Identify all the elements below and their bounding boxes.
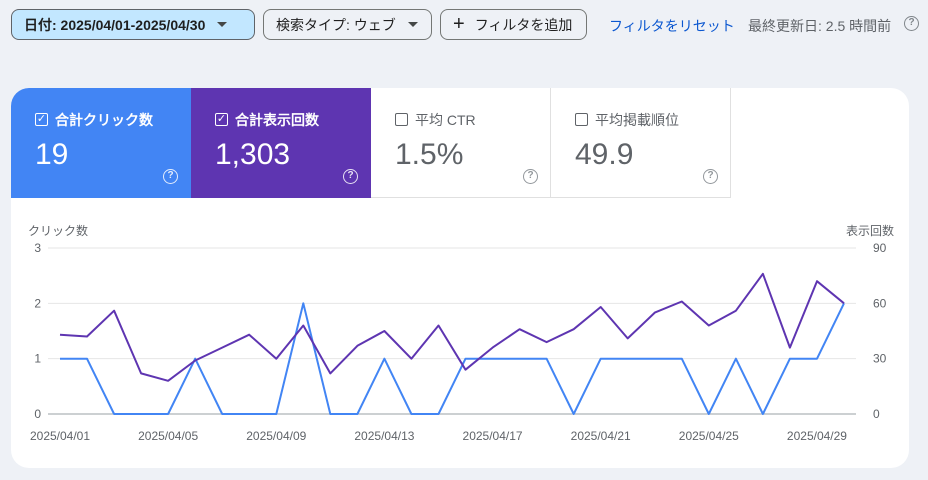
- help-icon[interactable]: ?: [904, 16, 919, 31]
- left-axis-title: クリック数: [28, 223, 88, 238]
- x-tick-label: 2025/04/21: [571, 429, 631, 443]
- right-tick-label: 30: [873, 352, 887, 366]
- x-tick-label: 2025/04/25: [679, 429, 739, 443]
- chevron-down-icon: [407, 22, 418, 27]
- add-filter-label: フィルタを追加: [474, 16, 573, 33]
- performance-chart: クリック数 表示回数 0 0 1 30 2 60 3 90 2025/04/01 2025/04/05…: [28, 223, 894, 443]
- reset-filters-link[interactable]: フィルタをリセット: [609, 16, 735, 36]
- filter-bar: 日付: 2025/04/01-2025/04/30 検索タイプ: ウェブ + フ…: [0, 0, 928, 48]
- right-tick-label: 90: [873, 241, 887, 255]
- date-filter-label: 日付: 2025/04/01-2025/04/30: [24, 16, 206, 33]
- search-type-label: 検索タイプ: ウェブ: [276, 16, 396, 33]
- add-filter-button[interactable]: + フィルタを追加: [440, 9, 587, 40]
- right-axis-title: 表示回数: [846, 223, 894, 238]
- right-tick-label: 60: [873, 296, 887, 310]
- left-tick-label: 3: [34, 241, 41, 255]
- left-tick-label: 1: [34, 352, 41, 366]
- x-tick-label: 2025/04/09: [246, 429, 306, 443]
- last-updated-text: 最終更新日: 2.5 時間前: [748, 18, 892, 34]
- performance-card: ✓ 合計クリック数 19 ? ✓ 合計表示回数 1,303 ? 平均 CTR 1…: [11, 88, 909, 468]
- left-tick-label: 2: [34, 296, 41, 310]
- left-tick-label: 0: [34, 407, 41, 421]
- x-tick-label: 2025/04/17: [463, 429, 523, 443]
- x-tick-label: 2025/04/13: [354, 429, 414, 443]
- plus-icon: +: [453, 12, 465, 35]
- date-filter-chip[interactable]: 日付: 2025/04/01-2025/04/30: [11, 9, 255, 40]
- impressions-series-line: [59, 272, 845, 382]
- x-tick-label: 2025/04/01: [30, 429, 90, 443]
- chevron-down-icon: [217, 22, 228, 27]
- right-tick-label: 0: [873, 407, 880, 421]
- x-tick-label: 2025/04/29: [787, 429, 847, 443]
- search-type-chip[interactable]: 検索タイプ: ウェブ: [263, 9, 432, 40]
- x-tick-label: 2025/04/05: [138, 429, 198, 443]
